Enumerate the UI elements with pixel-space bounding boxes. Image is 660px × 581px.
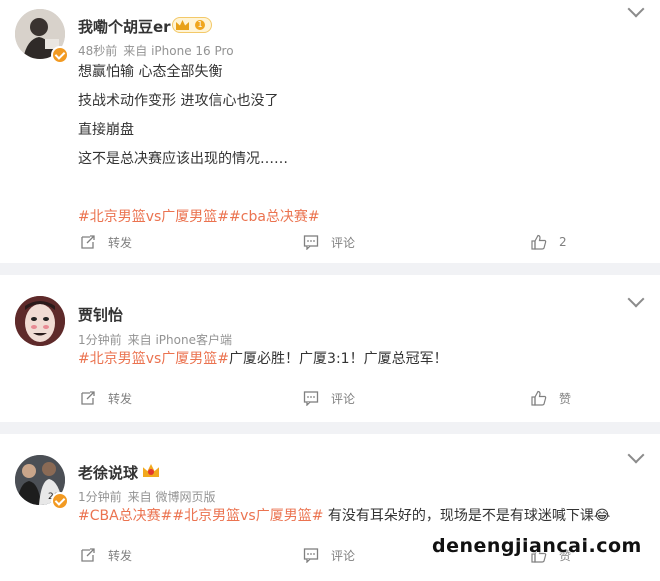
- repost-button[interactable]: 转发: [80, 232, 132, 252]
- post-text-line: 想赢怕输 心态全部失衡: [78, 64, 223, 80]
- verified-badge-icon: [51, 492, 69, 510]
- post-text-line: 直接崩盘: [78, 122, 134, 138]
- repost-button[interactable]: 转发: [80, 388, 132, 408]
- like-button[interactable]: 2: [531, 232, 567, 252]
- repost-label: 转发: [108, 548, 133, 563]
- comment-label: 评论: [331, 548, 356, 563]
- username[interactable]: 老徐说球: [78, 462, 138, 483]
- repost-icon: [81, 235, 95, 249]
- crown-icon: [176, 20, 189, 30]
- post-text-line: 技战术动作变形 进攻信心也没了: [78, 93, 279, 109]
- hashtag-link[interactable]: #北京男篮vs广厦男篮##cba总决赛#: [78, 203, 320, 232]
- comment-label: 评论: [331, 235, 356, 250]
- comment-icon: [303, 548, 319, 563]
- post-text-line: 这不是总决赛应该出现的情况……: [78, 151, 288, 167]
- chevron-down-icon[interactable]: [627, 290, 645, 308]
- user-level-badge[interactable]: 1: [172, 17, 212, 33]
- username[interactable]: 我嘞个胡豆er: [78, 16, 171, 37]
- level-number: 1: [195, 20, 205, 30]
- post-text-body: 广厦必胜！广厦3:1！广厦总冠军！: [229, 351, 448, 367]
- post-card: 我嘞个胡豆er 1 48秒前 来自 iPhone 16 Pro 想赢怕输 心态全部…: [0, 0, 660, 263]
- post-time[interactable]: 48秒前: [78, 44, 117, 58]
- username[interactable]: 贾钊怡: [78, 304, 123, 325]
- comment-label: 评论: [331, 391, 356, 406]
- chevron-down-icon[interactable]: [627, 0, 645, 18]
- repost-icon: [81, 391, 95, 405]
- watermark-text: denengjiancai.com: [432, 535, 642, 557]
- post-text: 想赢怕输 心态全部失衡 技战术动作变形 进攻信心也没了 直接崩盘 这不是总决赛应…: [78, 58, 320, 232]
- thumbs-up-icon: [531, 234, 547, 250]
- action-bar: 转发 评论 赞: [0, 388, 660, 408]
- post-meta: 48秒前 来自 iPhone 16 Pro: [78, 42, 234, 59]
- post-card: 20 老徐说球 1分钟前来自 微博网页版 #CBA总决赛##北京男篮vs广厦男篮…: [0, 434, 660, 581]
- repost-icon: [81, 548, 95, 562]
- verified-badge-icon: [51, 46, 69, 64]
- hashtag-link[interactable]: #CBA总决赛##北京男篮vs广厦男篮#: [78, 508, 323, 524]
- comment-button[interactable]: 评论: [303, 232, 355, 252]
- thumbs-up-icon: [531, 390, 547, 406]
- weibo-comment-feed: 我嘞个胡豆er 1 48秒前 来自 iPhone 16 Pro 想赢怕输 心态全部…: [0, 0, 660, 581]
- post-text: #北京男篮vs广厦男篮#广厦必胜！广厦3:1！广厦总冠军！: [78, 345, 448, 374]
- post-text: #CBA总决赛##北京男篮vs广厦男篮# 有没有耳朵好的，现场是不是有球迷喊下课…: [78, 502, 610, 531]
- post-source: 来自 iPhone 16 Pro: [123, 44, 234, 58]
- repost-button[interactable]: 转发: [80, 545, 132, 565]
- comment-button[interactable]: 评论: [303, 545, 355, 565]
- comment-icon: [303, 235, 319, 250]
- like-button[interactable]: 赞: [531, 388, 571, 408]
- comment-button[interactable]: 评论: [303, 388, 355, 408]
- chevron-down-icon[interactable]: [627, 446, 645, 464]
- vip-crown-icon[interactable]: [143, 464, 159, 478]
- post-text-body: 有没有耳朵好的，现场是不是有球迷喊下课😂: [323, 508, 611, 524]
- repost-label: 转发: [108, 391, 133, 406]
- hashtag-link[interactable]: #北京男篮vs广厦男篮#: [78, 351, 229, 367]
- avatar[interactable]: [15, 296, 65, 346]
- repost-label: 转发: [108, 235, 133, 250]
- like-label: 赞: [559, 391, 572, 406]
- vip-face-icon: [148, 469, 154, 475]
- action-bar: 转发 评论 2: [0, 232, 660, 252]
- avatar-image: [15, 296, 65, 346]
- like-count: 2: [559, 235, 567, 249]
- comment-icon: [303, 391, 319, 406]
- post-card: 贾钊怡 1分钟前 来自 iPhone客户端 #北京男篮vs广厦男篮#广厦必胜！广厦…: [0, 275, 660, 422]
